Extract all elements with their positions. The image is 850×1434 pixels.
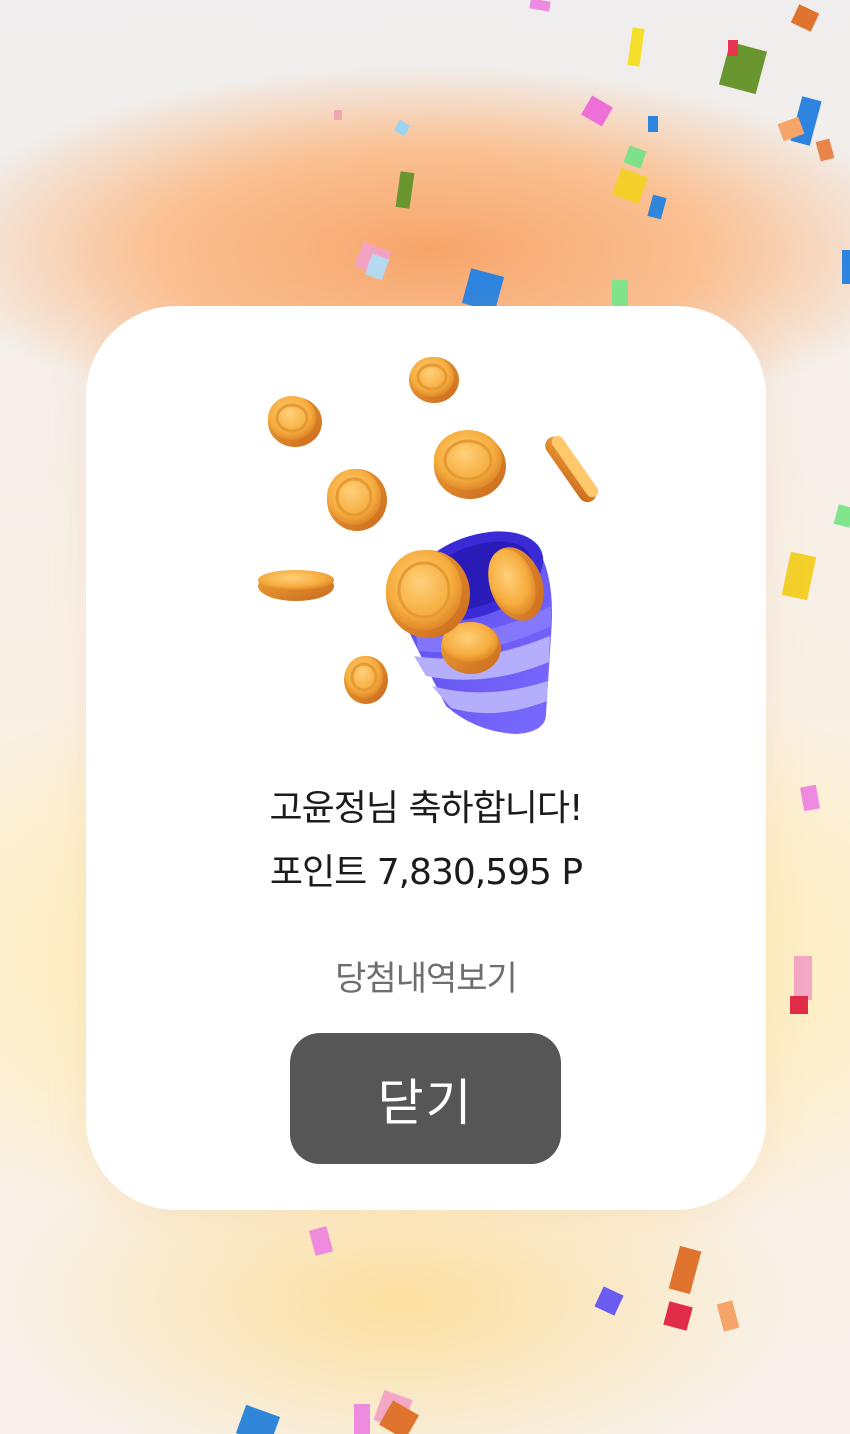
coin-icon — [545, 435, 599, 503]
coin-icon — [344, 656, 388, 704]
coin-icon — [386, 550, 470, 638]
party-popper-with-coins-icon — [258, 357, 599, 734]
points-balance: 포인트 7,830,595 P — [269, 852, 583, 893]
reward-modal-card: 고윤정님 축하합니다! 포인트 7,830,595 P 당첨내역보기 닫기 — [86, 306, 766, 1210]
coin-icon — [268, 396, 322, 447]
coin-icon — [409, 357, 459, 403]
close-button[interactable]: 닫기 — [290, 1033, 561, 1164]
coin-icon — [434, 430, 506, 499]
coin-icon — [258, 570, 334, 601]
coin-icon — [327, 469, 387, 531]
view-winning-history-link[interactable]: 당첨내역보기 — [86, 956, 766, 1002]
congratulations-message: 고윤정님 축하합니다! — [269, 788, 584, 829]
